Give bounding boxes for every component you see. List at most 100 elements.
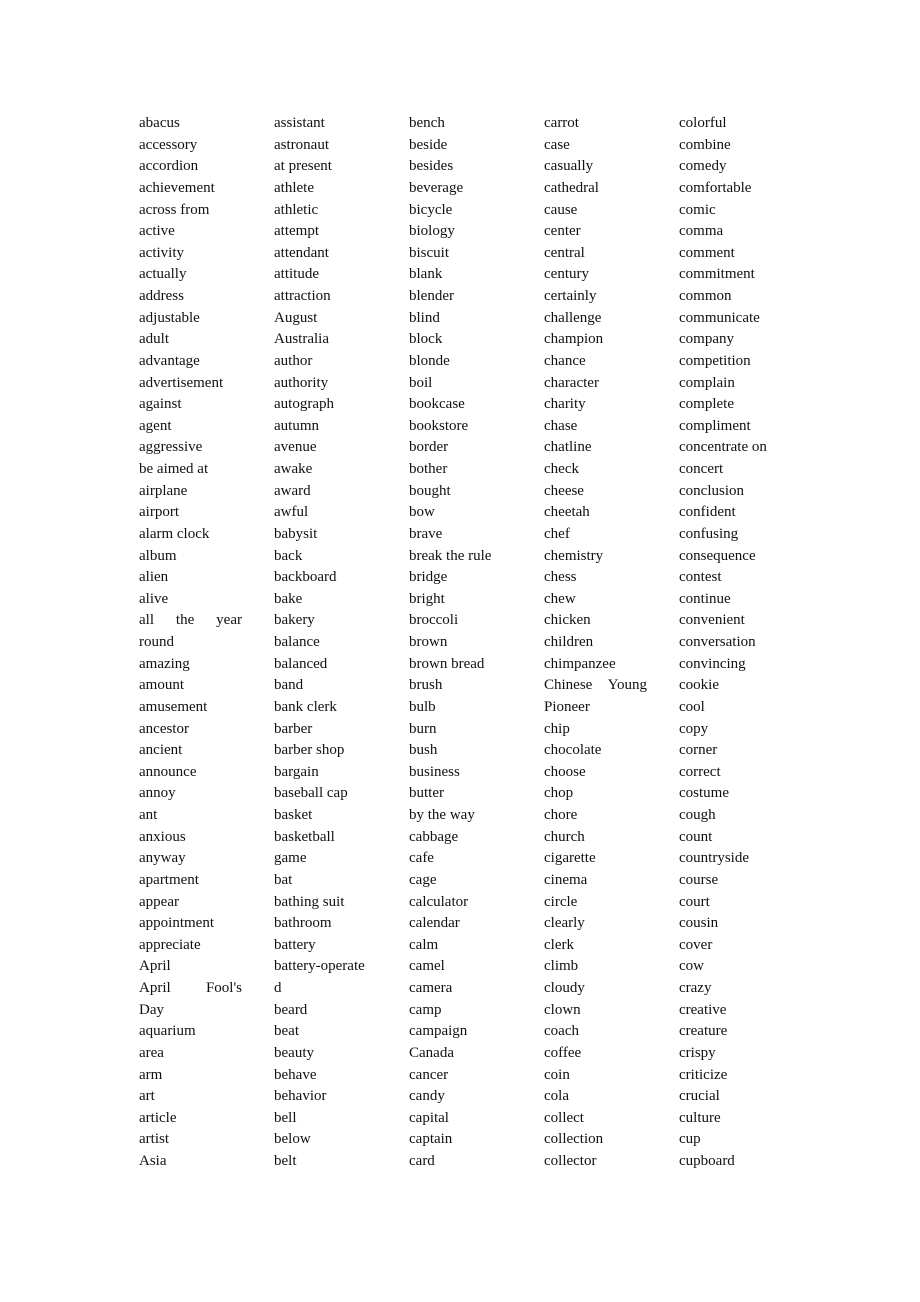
word-entry: casually [544,158,594,175]
word-entry: coffee [544,1044,582,1061]
word-entry: across from [139,201,210,218]
word-entry: barber shop [274,742,345,759]
word-entry: amazing [139,655,190,672]
word-entry: area [139,1044,164,1061]
word-entry: against [139,396,182,413]
word-entry: behavior [274,1088,327,1105]
word-entry: cheetah [544,504,590,521]
word-entry: authority [274,374,329,391]
word-entry: chase [544,417,578,434]
word-entry: candy [409,1088,445,1105]
word-entry: cough [679,807,716,823]
word-entry: bookcase [409,396,465,413]
word-entry: balance [274,634,320,650]
word-entry: cafe [409,850,434,867]
word-entry: burn [409,720,437,737]
word-entry: attendant [274,244,329,261]
word-entry: blonde [409,352,450,369]
word-entry: comfortable [679,179,752,196]
word-entry: adult [139,331,169,348]
word-entry: achievement [139,179,215,196]
word-entry: continue [679,590,731,607]
word-entry: Chinese Young [544,675,647,697]
word-entry: amount [139,677,184,694]
word-entry: bookstore [409,417,469,434]
word-entry: brown [409,634,448,650]
word-entry: game [274,850,307,867]
word-entry: bat [274,871,293,888]
word-entry: awake [274,461,313,477]
word-entry: at present [274,158,332,175]
word-entry: cause [544,201,578,218]
word-fragment: year [216,612,242,629]
word-entry: cover [679,936,713,953]
word-entry: central [544,244,585,261]
word-entry: chess [544,569,577,586]
word-entry: camp [409,1001,442,1018]
word-entry: cigarette [544,850,596,867]
word-entry: barber [274,720,313,737]
word-fragment: Fool's [205,980,242,996]
word-entry: artist [139,1131,169,1148]
word-entry: comic [679,201,716,218]
word-entry: chemistry [544,547,604,564]
word-column-3: bench beside besides beverage bicycle biology… [409,113,544,1173]
word-entry: church [544,828,585,845]
word-entry: confusing [679,525,739,542]
word-entry: Canada [409,1044,454,1061]
word-entry: cage [409,871,437,888]
word-entry: cup [679,1131,701,1148]
word-entry: common [679,288,732,304]
word-entry: bridge [409,569,448,586]
word-entry: backboard [274,569,337,586]
word-entry: cola [544,1088,569,1105]
word-entry: activity [139,244,184,261]
word-entry: commitment [679,266,755,283]
word-entry: abacus [139,115,180,131]
word-entry: bargain [274,763,319,780]
word-entry: all the year [139,610,242,632]
word-entry: beauty [274,1044,314,1061]
word-entry: certainly [544,288,597,304]
vocabulary-word-table: abacus accessory accordion achievement acros… [139,113,814,1173]
word-entry: award [274,482,311,499]
word-entry: beard [274,1001,308,1018]
word-entry: block [409,331,443,348]
word-entry: chew [544,590,576,607]
word-entry: consequence [679,547,756,564]
word-entry: amusement [139,698,208,715]
word-entry: besides [409,158,454,175]
word-entry: character [544,374,599,391]
word-entry: bake [274,590,303,607]
word-entry: complain [679,374,735,391]
word-entry: contest [679,569,722,586]
word-entry: album [139,547,177,564]
word-entry: calendar [409,915,460,932]
word-entry: baseball cap [274,785,348,802]
word-entry: assistant [274,115,325,131]
word-entry: belt [274,1153,297,1169]
word-entry: arm [139,1066,163,1083]
word-entry: battery-operate [274,958,365,975]
word-entry: broccoli [409,612,459,629]
word-entry: coach [544,1023,579,1040]
word-entry: convenient [679,612,745,629]
word-entry: beside [409,136,448,153]
word-entry: anyway [139,850,186,867]
word-entry: choose [544,763,586,780]
word-entry: company [679,331,734,348]
word-entry: advertisement [139,374,224,391]
word-entry: clown [544,1001,581,1018]
word-entry: chef [544,525,570,542]
word-entry: bank clerk [274,698,337,715]
word-entry: apartment [139,871,199,888]
word-entry: accordion [139,158,199,175]
word-entry: cheese [544,482,584,499]
word-entry: court [679,893,710,910]
word-entry: ancestor [139,720,189,737]
word-entry: by the way [409,807,475,823]
word-entry: chance [544,352,586,369]
word-entry: blender [409,288,454,304]
word-entry: bell [274,1109,297,1126]
word-entry: cathedral [544,179,599,196]
